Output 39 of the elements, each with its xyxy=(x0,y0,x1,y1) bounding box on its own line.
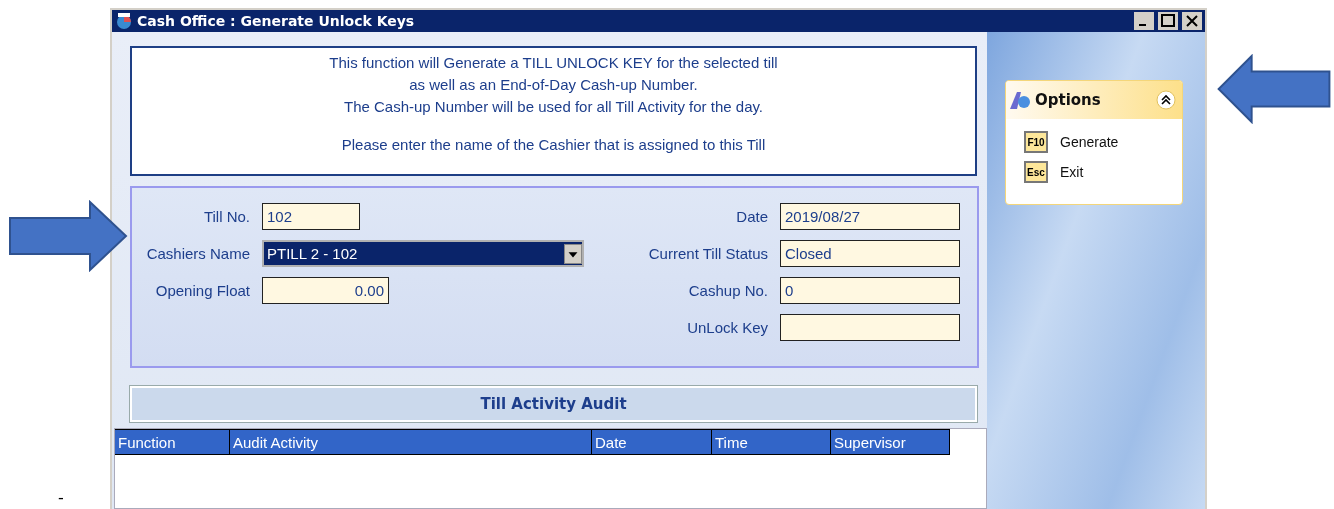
options-title: Options xyxy=(1035,91,1102,109)
column-header[interactable]: Time xyxy=(712,429,831,455)
column-header[interactable]: Supervisor xyxy=(831,429,950,455)
info-text: Please enter the name of the Cashier that is assigned to this Till xyxy=(341,135,766,155)
stray-mark: - xyxy=(58,488,64,507)
cashier-dropdown[interactable]: PTILL 2 - 102 xyxy=(262,240,584,267)
input-field[interactable]: 2019/08/27 xyxy=(780,203,960,230)
arrow-icon xyxy=(8,200,128,272)
column-header[interactable]: Function xyxy=(115,429,230,455)
window-title: Cash Office : Generate Unlock Keys xyxy=(137,13,416,29)
key-icon: Esc xyxy=(1024,161,1048,183)
app-icon xyxy=(115,12,133,30)
input-field[interactable]: 0 xyxy=(780,277,960,304)
key-icon: F10 xyxy=(1024,131,1048,153)
field-label: Cashiers Name xyxy=(146,245,250,262)
field-label: Opening Float xyxy=(155,282,250,299)
section-header: Till Activity Audit xyxy=(130,386,977,422)
column-header[interactable]: Date xyxy=(592,429,712,455)
input-field[interactable]: 0.00 xyxy=(262,277,389,304)
options-icon xyxy=(1008,89,1032,111)
input-field[interactable]: 102 xyxy=(262,203,360,230)
field-label: Cashup No. xyxy=(688,282,768,299)
option-link[interactable]: Generate xyxy=(1060,134,1119,150)
maximize-icon[interactable] xyxy=(1158,12,1178,30)
field-label: UnLock Key xyxy=(687,319,768,336)
input-field[interactable]: Closed xyxy=(780,240,960,267)
collapse-icon[interactable] xyxy=(1156,90,1176,110)
minimize-icon[interactable] xyxy=(1134,12,1154,30)
field-label: Till No. xyxy=(203,208,250,225)
info-text: This function will Generate a TILL UNLOCK KEY for the selected till xyxy=(329,53,778,73)
option-link[interactable]: Exit xyxy=(1060,164,1084,180)
info-text: The Cash-up Number will be used for all Till Activity for the day. xyxy=(343,97,764,117)
input-field[interactable] xyxy=(780,314,960,341)
field-label: Current Till Status xyxy=(648,245,768,262)
close-icon[interactable] xyxy=(1182,12,1202,30)
info-text: as well as an End-of-Day Cash-up Number. xyxy=(409,75,698,95)
column-header[interactable]: Audit Activity xyxy=(230,429,592,455)
field-label: Date xyxy=(736,208,768,225)
dropdown-caret-icon[interactable] xyxy=(564,243,582,264)
